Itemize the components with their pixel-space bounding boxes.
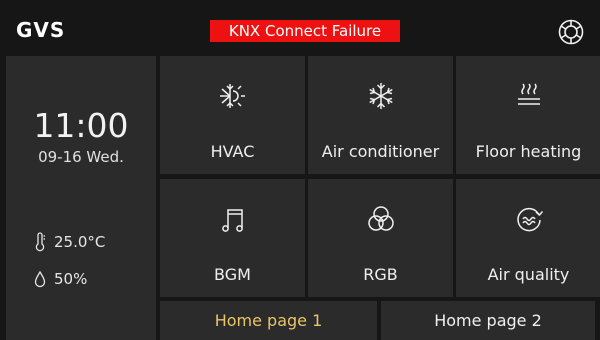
- clock-time: 11:00: [33, 106, 129, 145]
- water-drop-icon: [34, 270, 46, 288]
- tile-air-quality[interactable]: Air quality: [456, 179, 600, 297]
- humidity-readout: 50%: [34, 270, 87, 288]
- tile-label: BGM: [214, 265, 251, 284]
- tab-home-page-2[interactable]: Home page 2: [381, 301, 595, 340]
- tab-home-page-1[interactable]: Home page 1: [160, 301, 377, 340]
- air-quality-icon: [516, 207, 543, 232]
- thermometer-icon: [35, 232, 45, 252]
- tile-bgm[interactable]: BGM: [160, 179, 305, 297]
- tile-label: Air conditioner: [321, 142, 440, 161]
- floor-heating-icon: [517, 83, 540, 105]
- tile-floor-heating[interactable]: Floor heating: [456, 56, 600, 174]
- tile-label: RGB: [363, 265, 398, 284]
- tile-hvac[interactable]: HVAC: [160, 56, 305, 174]
- hvac-icon: [219, 84, 245, 108]
- temperature-value: 25.0°C: [54, 233, 106, 251]
- top-bar: GVS KNX Connect Failure: [0, 0, 600, 54]
- music-note-icon: [221, 209, 243, 232]
- status-panel: 11:00 09-16 Wed. 25.0°C 50%: [6, 56, 156, 340]
- tile-label: HVAC: [210, 142, 255, 161]
- connection-alert: KNX Connect Failure: [210, 20, 400, 42]
- settings-gear-icon[interactable]: [557, 18, 585, 46]
- rgb-circles-icon: [367, 206, 394, 231]
- tile-rgb[interactable]: RGB: [308, 179, 453, 297]
- temperature-readout: 25.0°C: [34, 232, 105, 252]
- brand-logo: GVS: [16, 18, 66, 42]
- tile-label: Air quality: [487, 265, 570, 284]
- humidity-value: 50%: [54, 270, 88, 288]
- tile-label: Floor heating: [475, 142, 582, 161]
- snowflake-icon: [368, 83, 393, 109]
- clock-date: 09-16 Wed.: [38, 148, 124, 166]
- tile-air-conditioner[interactable]: Air conditioner: [308, 56, 453, 174]
